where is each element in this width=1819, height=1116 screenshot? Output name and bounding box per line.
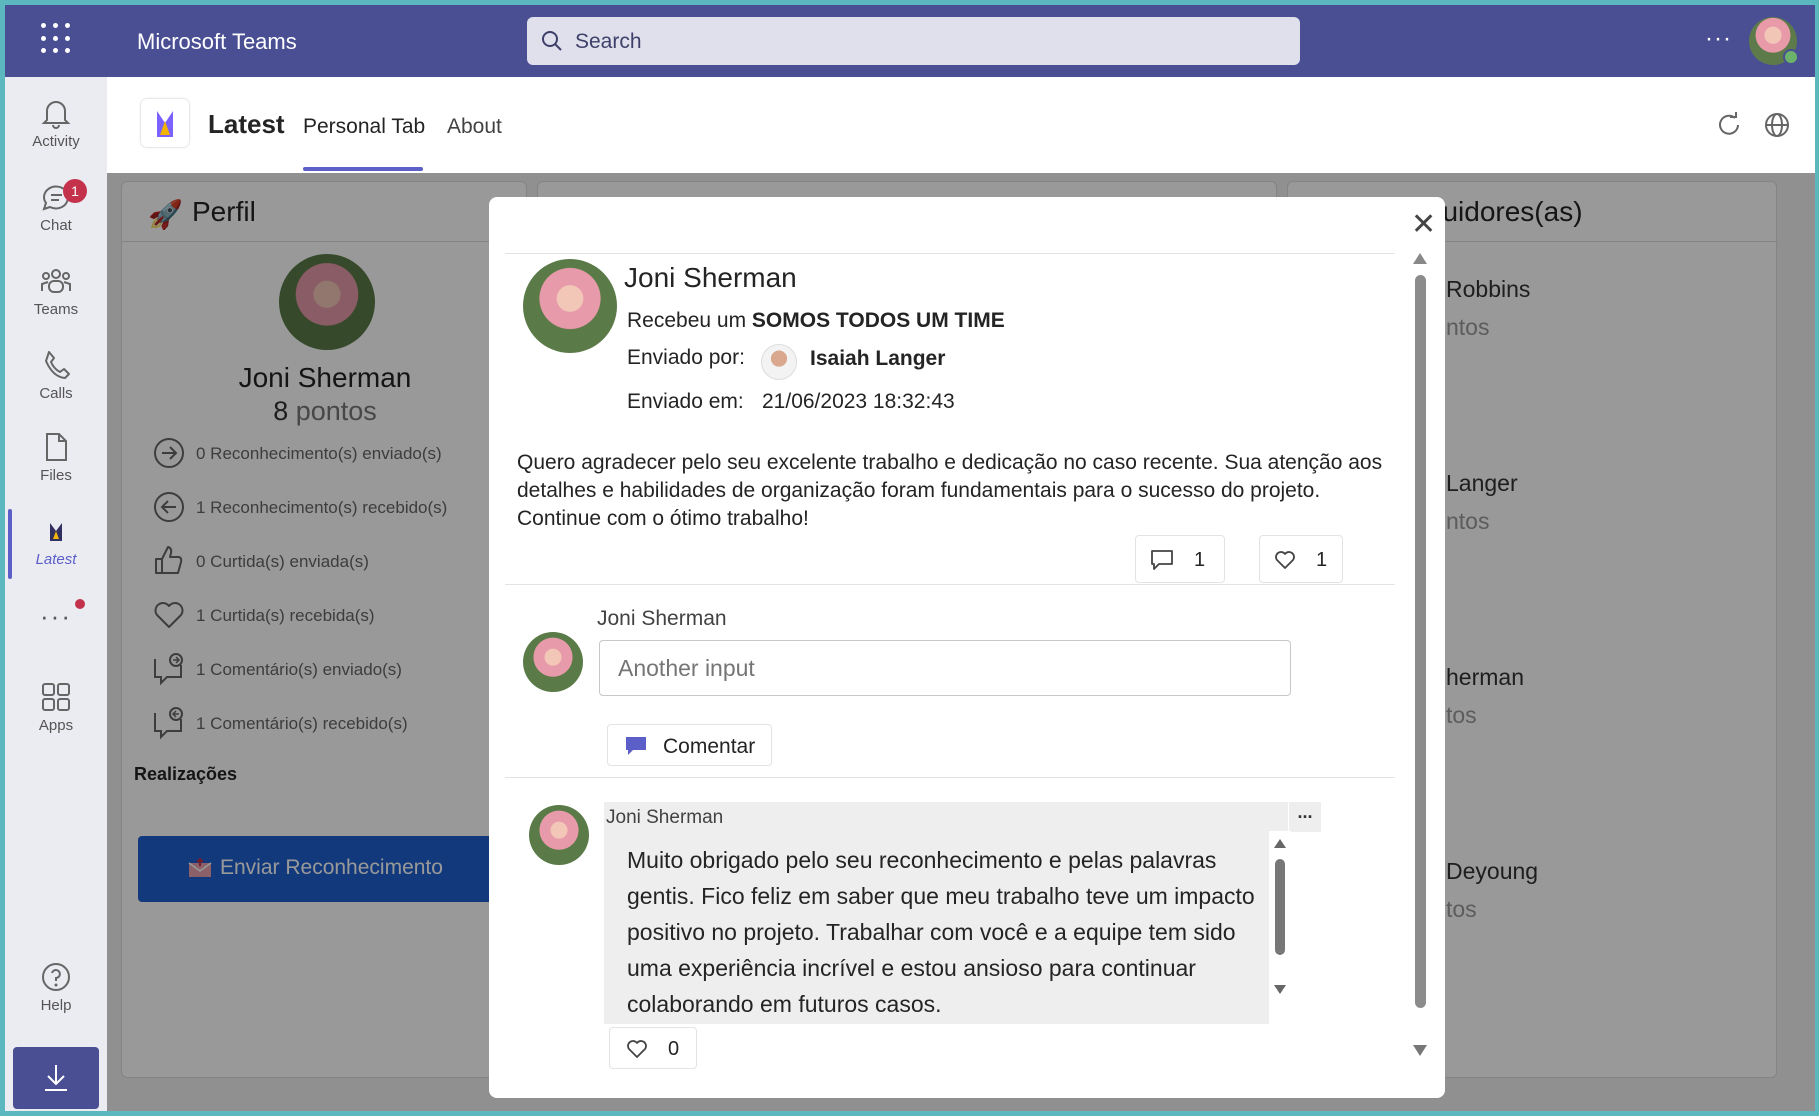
app-name: Latest bbox=[208, 109, 285, 139]
recipient-avatar bbox=[523, 259, 617, 353]
tab-personal[interactable]: Personal Tab bbox=[303, 115, 425, 139]
reply-text: Muito obrigado pelo seu reconhecimento e… bbox=[627, 847, 1255, 1017]
sender-avatar bbox=[761, 344, 797, 380]
comment-icon bbox=[1151, 550, 1173, 570]
compose-author: Joni Sherman bbox=[597, 607, 727, 630]
rail-item-apps[interactable]: Apps bbox=[5, 673, 107, 753]
award-title: SOMOS TODOS UM TIME bbox=[751, 309, 1005, 332]
presence-available-icon bbox=[1783, 49, 1799, 65]
comments-count-button[interactable]: 1 bbox=[1135, 535, 1225, 583]
app-rail: Activity Chat 1 Teams Calls Files Latest… bbox=[5, 77, 107, 1111]
rail-item-label: Apps bbox=[38, 717, 74, 734]
comment-filled-icon bbox=[626, 737, 646, 755]
scroll-up-arrow[interactable] bbox=[1413, 253, 1427, 264]
comment-input[interactable] bbox=[599, 640, 1291, 696]
search-placeholder: Search bbox=[575, 30, 642, 53]
app-title: Microsoft Teams bbox=[137, 29, 297, 54]
heart-icon bbox=[1275, 551, 1295, 569]
reply-more-button[interactable]: ... bbox=[1289, 802, 1321, 832]
rail-item-label: Calls bbox=[39, 385, 73, 402]
help-icon bbox=[42, 963, 70, 991]
scrollbar-thumb[interactable] bbox=[1275, 859, 1285, 955]
reply-avatar bbox=[529, 805, 589, 865]
reply-scrollbar[interactable] bbox=[1269, 831, 1291, 1024]
scroll-up-arrow[interactable] bbox=[1274, 839, 1286, 848]
refresh-icon[interactable] bbox=[1715, 111, 1743, 139]
heart-icon bbox=[627, 1040, 647, 1058]
sent-at-value: 21/06/2023 18:32:43 bbox=[762, 390, 955, 413]
comment-button[interactable]: Comentar bbox=[607, 724, 772, 766]
scrollbar-thumb[interactable] bbox=[1415, 275, 1426, 1008]
rail-item-activity[interactable]: Activity bbox=[5, 89, 107, 169]
close-icon[interactable]: ✕ bbox=[1411, 207, 1436, 242]
award-line: Recebeu um SOMOS TODOS UM TIME bbox=[627, 309, 1005, 332]
reply-like-button[interactable]: 0 bbox=[609, 1027, 697, 1069]
divider bbox=[505, 777, 1395, 778]
tab-header: Latest Personal Tab About bbox=[107, 77, 1815, 173]
rail-item-label: Teams bbox=[33, 301, 79, 318]
globe-icon[interactable] bbox=[1763, 111, 1791, 139]
rail-item-label: Help bbox=[40, 997, 72, 1014]
chat-unread-badge: 1 bbox=[63, 179, 87, 203]
rail-item-chat[interactable]: Chat 1 bbox=[5, 173, 107, 253]
more-options-icon[interactable]: ··· bbox=[1705, 25, 1732, 53]
scroll-down-arrow[interactable] bbox=[1413, 1045, 1427, 1056]
rail-item-label: Latest bbox=[35, 551, 77, 568]
search-icon bbox=[542, 31, 562, 51]
rail-item-files[interactable]: Files bbox=[5, 423, 107, 503]
app-launcher-icon[interactable] bbox=[41, 23, 73, 55]
phone-icon bbox=[45, 351, 70, 379]
rail-item-label: Activity bbox=[32, 133, 80, 150]
notification-dot bbox=[75, 599, 85, 609]
rail-item-calls[interactable]: Calls bbox=[5, 341, 107, 421]
sender-name: Isaiah Langer bbox=[810, 347, 946, 370]
rail-item-teams[interactable]: Teams bbox=[5, 257, 107, 337]
like-count-button[interactable]: 1 bbox=[1259, 535, 1343, 583]
latest-app-icon bbox=[50, 523, 62, 541]
rail-item-label: Chat bbox=[40, 217, 72, 234]
download-button[interactable] bbox=[13, 1047, 99, 1109]
teams-icon bbox=[41, 269, 71, 293]
apps-icon bbox=[42, 683, 70, 711]
divider bbox=[505, 584, 1395, 585]
rail-item-latest[interactable]: Latest bbox=[5, 507, 107, 587]
compose-avatar bbox=[523, 632, 583, 692]
rail-item-more[interactable]: ··· bbox=[5, 591, 107, 671]
scroll-down-arrow[interactable] bbox=[1274, 985, 1286, 994]
recognition-message: Quero agradecer pelo seu excelente traba… bbox=[517, 451, 1383, 530]
tab-about[interactable]: About bbox=[447, 115, 502, 139]
rail-item-help[interactable]: Help bbox=[5, 953, 107, 1033]
active-tab-indicator bbox=[303, 167, 423, 171]
download-icon bbox=[45, 1065, 67, 1091]
latest-app-logo bbox=[141, 99, 189, 147]
reply-author: Joni Sherman bbox=[606, 807, 724, 828]
sent-at-label: Enviado em: bbox=[627, 390, 744, 413]
title-bar: Microsoft Teams Search ··· bbox=[5, 5, 1815, 77]
search-input[interactable]: Search bbox=[527, 17, 1300, 65]
recipient-name: Joni Sherman bbox=[624, 262, 797, 293]
teams-window: Microsoft Teams Search ··· Activity Chat… bbox=[5, 5, 1815, 1111]
user-avatar[interactable] bbox=[1749, 17, 1799, 65]
sent-by-label: Enviado por: bbox=[627, 346, 745, 369]
file-icon bbox=[46, 433, 67, 461]
rail-item-label: Files bbox=[40, 467, 72, 484]
divider bbox=[505, 253, 1395, 254]
recognition-dialog: ✕ Joni Sherman Recebeu um SOMOS TODOS UM… bbox=[489, 197, 1445, 1098]
more-apps-icon: ··· bbox=[40, 601, 72, 631]
bell-icon bbox=[41, 101, 71, 129]
